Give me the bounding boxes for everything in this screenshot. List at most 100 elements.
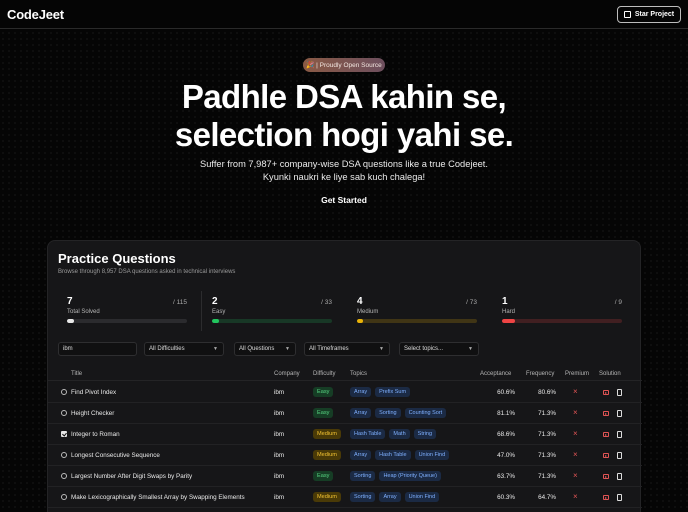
hero-title: Padhle DSA kahin se, selection hogi yahi… (0, 78, 688, 154)
column-difficulty[interactable]: Difficulty (313, 371, 336, 377)
status-checkbox[interactable] (61, 494, 67, 500)
search-input[interactable]: ibm (58, 342, 137, 356)
topic-tag: Sorting (350, 492, 376, 502)
video-solution-icon[interactable] (603, 453, 609, 458)
stat-hard: 1 Hard / 9 (502, 291, 622, 331)
get-started-button[interactable]: Get Started (314, 193, 374, 207)
topic-tags: Array Sorting Counting Sort (350, 408, 447, 418)
table-header: Title Company Difficulty Topics Acceptan… (48, 368, 642, 381)
status-checkbox[interactable] (61, 473, 67, 479)
stat-label: Medium (357, 309, 379, 315)
acceptance-rate: 60.6% (497, 389, 515, 396)
acceptance-rate: 60.3% (497, 494, 515, 501)
question-title[interactable]: Integer to Roman (71, 431, 120, 438)
premium-x-icon: × (573, 492, 578, 501)
stat-value: 7 (67, 296, 73, 307)
premium-x-icon: × (573, 429, 578, 438)
frequency-rate: 71.3% (538, 431, 556, 438)
stats-row: 7 Total Solved / 115 2 Easy / 33 4 Mediu… (48, 291, 642, 331)
video-solution-icon[interactable] (603, 474, 609, 479)
article-solution-icon[interactable] (617, 452, 622, 459)
topic-tags: Array Hash Table Union Find (350, 450, 450, 460)
timeframe-select-value: All Timeframes (309, 346, 349, 352)
chevron-down-icon: ▼ (379, 346, 384, 352)
video-solution-icon[interactable] (603, 495, 609, 500)
topic-tag: Array (379, 492, 401, 502)
topic-tag: Sorting (350, 471, 376, 481)
stat-label: Hard (502, 309, 516, 315)
hero-subtitle-line-2: Kyunki naukri ke liye sab kuch chalega! (262, 172, 426, 182)
timeframe-select[interactable]: All Timeframes ▼ (304, 342, 390, 356)
stat-value: 4 (357, 296, 363, 307)
frequency-rate: 71.3% (538, 473, 556, 480)
video-solution-icon[interactable] (603, 432, 609, 437)
premium-x-icon: × (573, 450, 578, 459)
difficulty-badge: Medium (313, 429, 341, 439)
topic-tag: Hash Table (350, 429, 386, 439)
hero-title-line-1: Padhle DSA kahin se, (181, 78, 507, 115)
table-row[interactable]: Make Lexicographically Smallest Array by… (48, 487, 642, 508)
table-row[interactable]: Longest Consecutive Sequence ibm Medium Arr… (48, 445, 642, 466)
article-solution-icon[interactable] (617, 473, 622, 480)
column-company[interactable]: Company (274, 371, 300, 377)
question-title[interactable]: Find Pivot Index (71, 389, 116, 396)
column-acceptance[interactable]: Acceptance (480, 371, 511, 377)
status-checkbox[interactable] (61, 389, 67, 395)
video-solution-icon[interactable] (603, 411, 609, 416)
difficulty-badge: Easy (313, 408, 334, 418)
acceptance-rate: 47.0% (497, 452, 515, 459)
table-row[interactable]: Largest Number After Digit Swaps by Pari… (48, 466, 642, 487)
topic-tags: Hash Table Math String (350, 429, 437, 439)
topic-tag: Math (389, 429, 410, 439)
video-solution-icon[interactable] (603, 390, 609, 395)
stat-divider (201, 291, 202, 331)
difficulty-select[interactable]: All Difficulties ▼ (144, 342, 224, 356)
topics-select[interactable]: Select topics... ▼ (399, 342, 479, 356)
article-solution-icon[interactable] (617, 389, 622, 396)
stat-total: / 73 (466, 299, 477, 306)
table-row[interactable]: Height Checker ibm Easy Array Sorting Countin… (48, 403, 642, 424)
stat-total: / 33 (321, 299, 332, 306)
status-checkbox[interactable] (61, 452, 67, 458)
question-title[interactable]: Height Checker (71, 410, 114, 417)
premium-x-icon: × (573, 387, 578, 396)
company-name: ibm (274, 452, 285, 459)
question-title[interactable]: Make Lexicographically Smallest Array by… (71, 494, 245, 501)
table-row[interactable]: Find Pivot Index ibm Easy Array Prefix Sum 60… (48, 382, 642, 403)
column-frequency[interactable]: Frequency (526, 371, 554, 377)
github-icon (623, 11, 631, 18)
article-solution-icon[interactable] (617, 494, 622, 501)
questions-select[interactable]: All Questions ▼ (234, 342, 296, 356)
question-title[interactable]: Longest Consecutive Sequence (71, 452, 160, 459)
article-solution-icon[interactable] (617, 410, 622, 417)
column-title[interactable]: Title (71, 371, 82, 377)
open-source-badge: 🎉 | Proudly Open Source (303, 58, 385, 72)
stat-progress-fill (212, 319, 220, 323)
star-project-button[interactable]: Star Project (617, 6, 681, 23)
question-title[interactable]: Largest Number After Digit Swaps by Pari… (71, 473, 192, 480)
column-topics: Topics (350, 371, 368, 377)
topic-tag: Array (350, 387, 372, 397)
difficulty-select-value: All Difficulties (149, 346, 185, 352)
topic-tags: Sorting Array Union Find (350, 492, 440, 502)
stat-label: Total Solved (67, 309, 100, 315)
frequency-rate: 64.7% (538, 494, 556, 501)
topic-tag: Prefix Sum (375, 387, 411, 397)
status-checkbox[interactable] (61, 431, 67, 437)
practice-panel: Practice Questions Browse through 8,957 … (47, 240, 642, 512)
table-row[interactable]: Integer to Roman ibm Medium Hash Table Math S… (48, 424, 642, 445)
topic-tag: Heap (Priority Queue) (379, 471, 441, 481)
stat-value: 1 (502, 296, 508, 307)
stat-value: 2 (212, 296, 218, 307)
logo[interactable]: CodeJeet (7, 7, 64, 22)
status-checkbox[interactable] (61, 410, 67, 416)
premium-x-icon: × (573, 471, 578, 480)
stat-label: Easy (212, 309, 226, 315)
stat-progress-fill (502, 319, 516, 323)
chevron-down-icon: ▼ (213, 346, 218, 352)
topic-tag: Array (350, 450, 372, 460)
star-project-label: Star Project (634, 11, 675, 18)
company-name: ibm (274, 410, 285, 417)
column-solution: Solution (599, 371, 621, 377)
article-solution-icon[interactable] (617, 431, 622, 438)
